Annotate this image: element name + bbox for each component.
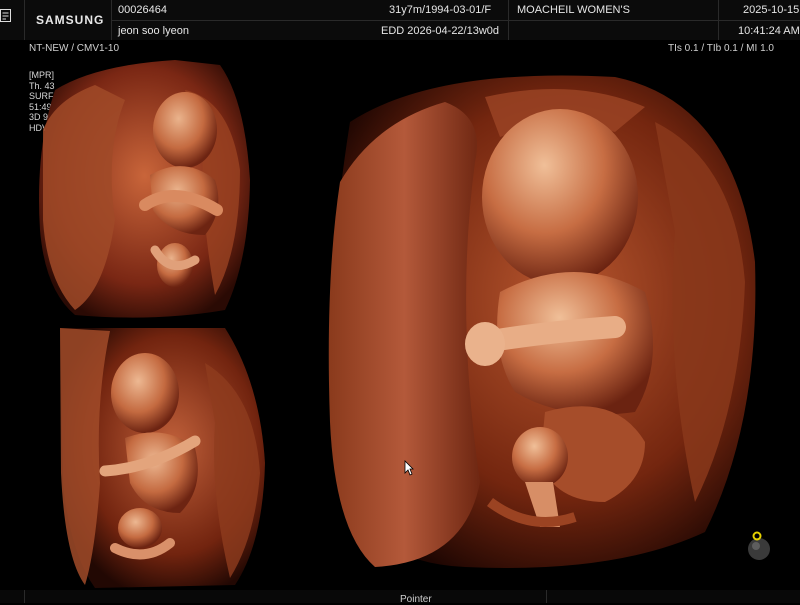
exam-time: 10:41:24 AM	[738, 25, 800, 37]
trackball-icon	[748, 531, 770, 560]
mouse-cursor-icon	[404, 460, 414, 476]
footer-divider	[24, 590, 25, 603]
patient-name: jeon soo lyeon	[118, 25, 189, 37]
brand-logo: SAMSUNG	[36, 13, 105, 27]
exam-date: 2025-10-15	[743, 4, 800, 16]
pointer-label[interactable]: Pointer	[400, 594, 432, 605]
fetal-render-image	[60, 328, 265, 588]
hospital-name: MOACHEIL WOMEN'S	[517, 4, 630, 16]
patient-age: 31y7m/1994-03-01/F	[389, 4, 492, 16]
footer-divider	[546, 590, 547, 603]
header-bar: SAMSUNG 00026464 31y7m/1994-03-01/F MOAC…	[0, 0, 800, 40]
preset-label: NT-NEW / CMV1-10	[29, 43, 120, 54]
mpr-view-bottom-left[interactable]	[55, 323, 270, 591]
mpr-view-top-left[interactable]	[35, 60, 255, 320]
edd-gestational-age: EDD 2026-04-22/13w0d	[381, 25, 500, 37]
main-3d-view[interactable]	[315, 62, 763, 577]
header-divider	[718, 0, 719, 40]
fetal-render-image	[39, 60, 250, 318]
safety-indices: TIs 0.1 / TIb 0.1 / MI 1.0	[668, 43, 774, 54]
patient-id: 00026464	[118, 4, 167, 16]
document-menu-icon[interactable]	[0, 9, 11, 23]
header-divider	[24, 0, 25, 40]
header-row-divider	[111, 20, 800, 21]
fetal-render-image	[328, 75, 756, 568]
header-divider	[508, 0, 509, 40]
